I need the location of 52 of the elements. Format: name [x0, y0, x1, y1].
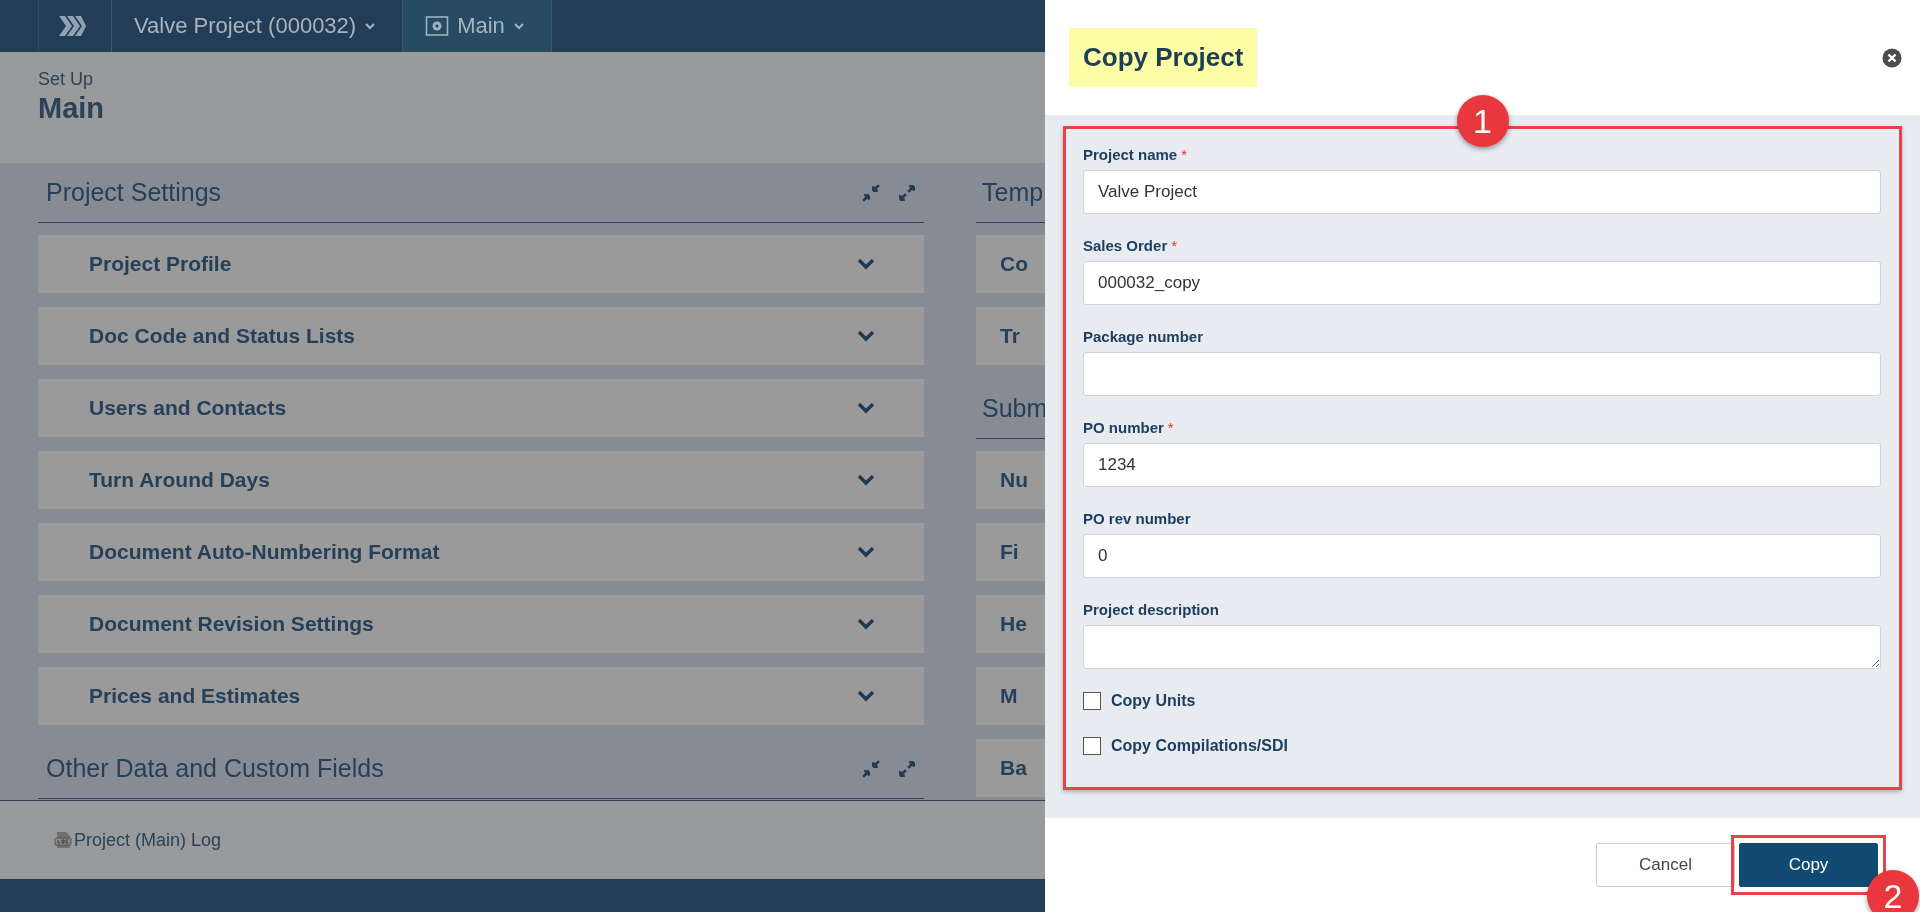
triple-chevron-icon: [57, 14, 87, 38]
accordion-row[interactable]: Doc Code and Status Lists: [38, 307, 924, 365]
input-field[interactable]: 0: [1083, 534, 1881, 578]
checkbox-label[interactable]: Copy Units: [1111, 692, 1196, 710]
log-link[interactable]: Project (Main) Log: [54, 829, 222, 851]
close-button[interactable]: [1882, 47, 1902, 68]
step-number-badge: 1: [1456, 95, 1509, 147]
section-title: Subm: [982, 394, 1048, 423]
required-asterisk: *: [1181, 146, 1188, 163]
collapse-arrows-icon: [862, 183, 880, 202]
expand-arrows-icon: [898, 759, 916, 778]
accordion-row[interactable]: Prices and Estimates: [38, 667, 924, 725]
required-asterisk: *: [1167, 419, 1174, 436]
page-title: Main: [38, 92, 105, 125]
accordion-row[interactable]: Users and Contacts: [38, 379, 924, 437]
accordion-row[interactable]: Project Profile: [38, 235, 924, 293]
collapse-all-button[interactable]: [862, 759, 880, 778]
close-icon: [1882, 47, 1902, 68]
input-field[interactable]: 000032_copy: [1083, 261, 1881, 305]
accordion-row[interactable]: Document Auto-Numbering Format: [38, 523, 924, 581]
collapse-arrows-icon: [862, 759, 880, 778]
field-label: Project description: [1083, 601, 1219, 619]
expand-all-button[interactable]: [898, 183, 916, 202]
checkbox[interactable]: [1083, 692, 1101, 710]
caret-icon: [364, 20, 377, 32]
cancel-button[interactable]: Cancel: [1596, 843, 1735, 887]
section-title: Project Settings: [46, 178, 222, 207]
step-number-badge: 2: [1867, 870, 1919, 912]
section-title: Temp: [982, 178, 1044, 207]
field-label: PO number *: [1083, 419, 1174, 437]
field-label: Package number: [1083, 328, 1204, 346]
section-title: Other Data and Custom Fields: [46, 754, 384, 783]
expand-all-button[interactable]: [898, 759, 916, 778]
collapse-all-button[interactable]: [862, 183, 880, 202]
breadcrumb-item[interactable]: Main: [403, 0, 552, 52]
input-field[interactable]: Valve Project: [1083, 170, 1881, 214]
input-field[interactable]: 1234: [1083, 443, 1881, 487]
dialog-title: Copy Project: [1069, 28, 1258, 87]
accordion-row[interactable]: Turn Around Days: [38, 451, 924, 509]
caret-icon: [512, 20, 525, 32]
field-label: PO rev number: [1083, 510, 1191, 528]
field-label: Sales Order *: [1083, 237, 1178, 255]
expand-arrows-icon: [898, 183, 916, 202]
checkbox[interactable]: [1083, 737, 1101, 755]
required-asterisk: *: [1171, 237, 1178, 254]
log-document-icon: [54, 831, 72, 849]
field-label: Project name *: [1083, 146, 1188, 164]
checkbox-label[interactable]: Copy Compilations/SDI: [1111, 737, 1288, 755]
accordion-row[interactable]: Document Revision Settings: [38, 595, 924, 653]
input-field[interactable]: [1083, 352, 1881, 396]
copy-button[interactable]: Copy: [1739, 843, 1878, 887]
page-subtitle: Set Up: [38, 69, 94, 90]
